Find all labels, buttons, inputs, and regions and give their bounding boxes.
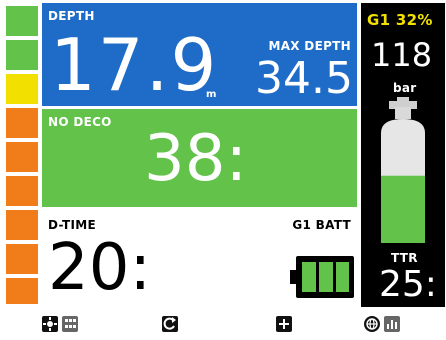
dive-time-label: D-TIME: [48, 218, 96, 232]
dive-time-panel: D-TIME 20: G1 BATT: [42, 210, 357, 307]
globe-icon[interactable]: [364, 316, 380, 332]
plus-icon[interactable]: [276, 316, 292, 332]
no-deco-label: NO DECO: [48, 115, 112, 129]
bottom-icon-bar: [0, 308, 446, 340]
ascent-segment: [6, 6, 38, 36]
chart-icon[interactable]: [384, 316, 400, 332]
battery-label: G1 BATT: [292, 218, 351, 232]
ascent-segment: [6, 74, 38, 104]
cycle-icon[interactable]: [162, 316, 178, 332]
depth-unit: m: [206, 89, 217, 100]
depth-panel: DEPTH 17.9 m MAX DEPTH 34.5: [42, 3, 357, 106]
pressure-unit: bar: [393, 81, 417, 95]
ascent-segment: [6, 176, 38, 206]
dive-computer-screen: DEPTH 17.9 m MAX DEPTH 34.5 NO DECO 38: …: [0, 0, 446, 340]
depth-label: DEPTH: [48, 9, 95, 23]
ascent-segment: [6, 278, 38, 304]
depth-value: 17.9: [50, 23, 219, 107]
ttr-value: 25:: [379, 264, 437, 305]
light-icon[interactable]: [42, 316, 58, 332]
max-depth-label: MAX DEPTH: [268, 39, 351, 53]
ascent-segment: [6, 210, 38, 240]
dive-time-value: 20:: [48, 231, 151, 305]
gas-label: G1 32%: [367, 11, 433, 29]
tank-pressure-value: 118: [371, 36, 433, 74]
ttr-label: TTR: [391, 251, 418, 265]
gas-panel: G1 32% 118 bar TTR 25:: [361, 3, 445, 307]
battery-icon: [290, 256, 354, 298]
ascent-segment: [6, 108, 38, 138]
grid-icon[interactable]: [62, 316, 78, 332]
ascent-segment: [6, 40, 38, 70]
max-depth-value: 34.5: [255, 53, 353, 104]
no-deco-value: 38:: [144, 122, 247, 196]
no-deco-panel: NO DECO 38:: [42, 109, 357, 207]
ascent-segment: [6, 244, 38, 274]
ascent-segment: [6, 142, 38, 172]
tank-icon: [381, 97, 425, 243]
